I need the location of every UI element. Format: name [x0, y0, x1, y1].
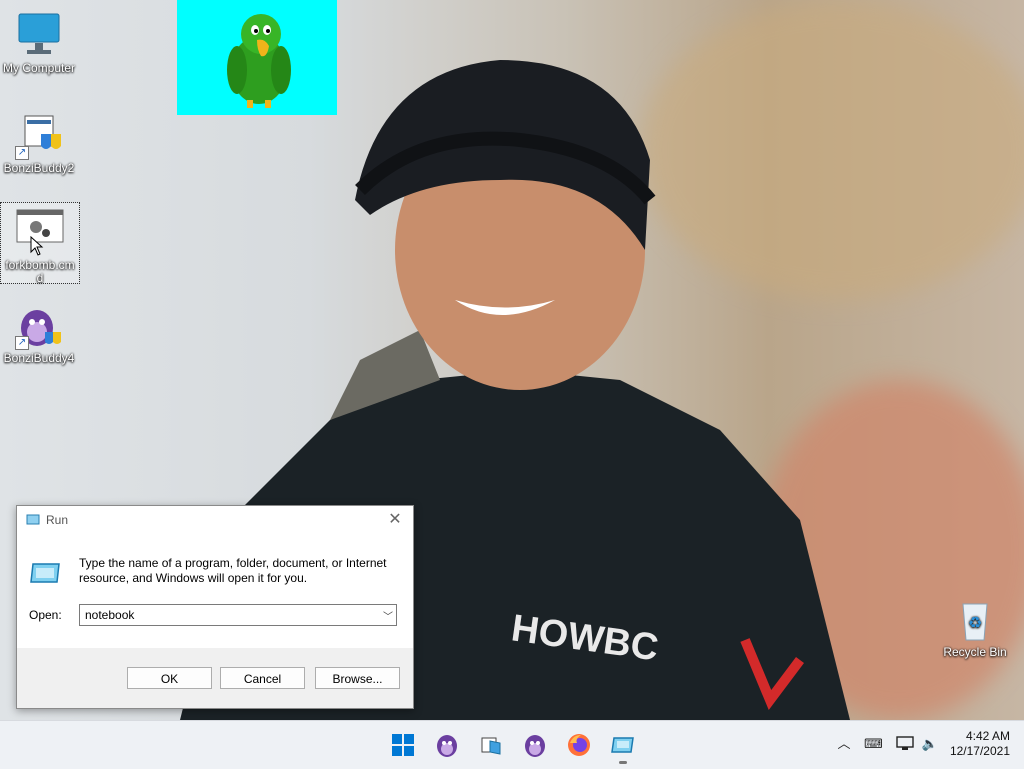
open-combobox[interactable]: ﹀ — [79, 604, 397, 626]
active-window-indicator — [619, 761, 627, 764]
run-dialog-titlebar[interactable]: Run — [17, 506, 413, 534]
browse-button[interactable]: Browse... — [315, 667, 400, 689]
green-parrot-image[interactable] — [177, 0, 337, 115]
clock-date: 12/17/2021 — [949, 744, 1010, 758]
clock-time: 4:42 AM — [965, 729, 1010, 743]
purple-gorilla-icon: ↗ — [15, 302, 63, 350]
bonzi-gorilla-icon[interactable] — [521, 731, 549, 759]
svg-text:♻: ♻ — [968, 613, 982, 632]
desktop-icon-bonzibuddy4[interactable]: ↗ BonziBuddy4 — [0, 302, 78, 365]
desktop-icon-label: BonziBuddy4 — [3, 351, 75, 365]
open-label: Open: — [29, 608, 62, 622]
run-program-icon — [30, 563, 60, 583]
volume-muted-icon[interactable]: 🔈 — [921, 735, 939, 753]
shortcut-arrow-icon: ↗ — [15, 336, 29, 350]
shortcut-arrow-icon: ↗ — [15, 146, 29, 160]
desktop-icon-bonzibuddy2[interactable]: ↗ BonziBuddy2 — [0, 112, 78, 175]
keyboard-icon[interactable]: ⌨ — [864, 735, 883, 753]
run-description: Type the name of a program, folder, docu… — [79, 556, 387, 585]
desktop-icon-label: BonziBuddy2 — [3, 161, 75, 175]
run-dialog-title: Run — [46, 513, 69, 527]
run-dialog-icon[interactable] — [609, 731, 637, 759]
desktop-icon-label: forkbomb.cmd — [5, 258, 75, 285]
bonzi-installer-icon: ↗ — [15, 112, 63, 160]
chevron-up-icon[interactable]: ︿ — [835, 735, 853, 753]
mouse-cursor-icon — [30, 236, 44, 256]
taskbar: ︿ ⌨ 🔈 4:42 AM 12/17/2021 — [0, 720, 1024, 769]
desktop-icon-label: Recycle Bin — [943, 645, 1007, 659]
open-input[interactable] — [85, 606, 375, 624]
firefox-icon[interactable] — [565, 731, 593, 759]
run-icon — [26, 514, 40, 525]
chevron-down-icon[interactable]: ﹀ — [383, 608, 393, 623]
close-icon: ✕ — [388, 511, 402, 528]
cancel-button[interactable]: Cancel — [220, 667, 305, 689]
desktop-icon-my-computer[interactable]: My Computer — [0, 12, 78, 75]
run-dialog[interactable]: Run ✕ Type the name of a program, folder… — [16, 505, 414, 709]
monitor-icon — [15, 12, 63, 60]
file-explorer-icon[interactable] — [477, 731, 505, 759]
clock[interactable]: 4:42 AM 12/17/2021 — [940, 729, 1010, 759]
desktop-icon-label: My Computer — [2, 61, 76, 75]
close-button[interactable]: ✕ — [385, 510, 405, 530]
bonzi-gorilla-icon[interactable] — [433, 731, 461, 759]
parrot-icon — [227, 14, 291, 108]
network-icon[interactable] — [896, 735, 914, 753]
recycle-bin-icon: ♻ — [951, 596, 999, 644]
desktop-icon-recycle-bin[interactable]: ♻ Recycle Bin — [936, 596, 1014, 659]
ok-button[interactable]: OK — [127, 667, 212, 689]
windows-start-icon[interactable] — [389, 731, 417, 759]
